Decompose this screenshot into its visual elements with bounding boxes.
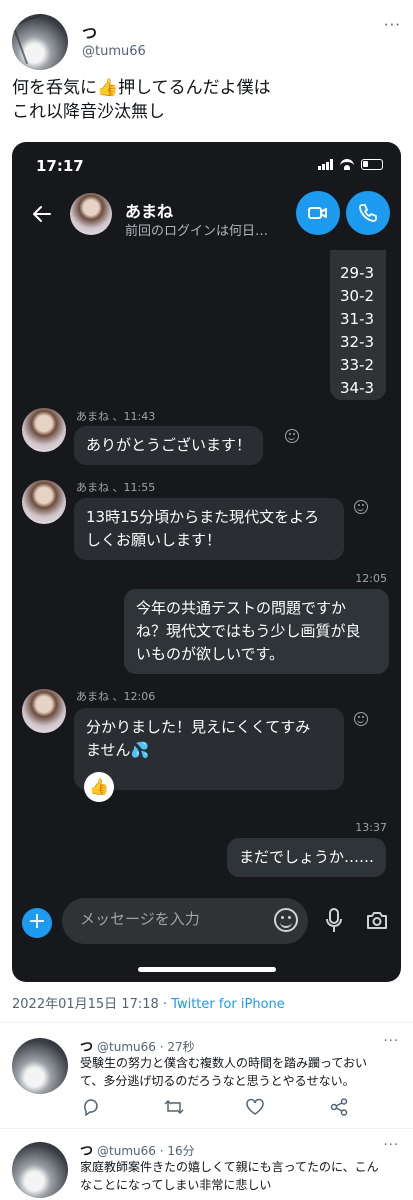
list-item: 32-3 <box>340 333 375 351</box>
retweet-icon[interactable] <box>164 1098 184 1116</box>
message-bubble[interactable]: 今年の共通テストの問題ですか ね？現代文ではもう少し画質が良 いものが欲しいです… <box>124 589 389 674</box>
message-text: ね？現代文ではもう少し画質が良 <box>136 622 361 640</box>
thumbs-up-reaction[interactable]: 👍 <box>84 772 114 802</box>
message-meta: あまね 、11:55 <box>76 481 156 494</box>
reply-icon[interactable] <box>82 1098 100 1116</box>
message-text: ありがとうございます！ <box>86 436 252 454</box>
author-handle[interactable]: @tumu66 <box>82 44 146 59</box>
reply-actions <box>80 1098 360 1118</box>
list-item: 29-3 <box>340 264 375 282</box>
message-bubble[interactable]: 13時15分頃からまた現代文をよろ しくお願いします！ <box>74 498 344 560</box>
reply-text-line: 家庭教師案件きたの嬉しくて親にも言ってたのに、こん <box>80 1160 379 1174</box>
tweet-metadata: 2022年01月15日 17:18 · Twitter for iPhone <box>12 993 285 1012</box>
message-text: しくお願いします！ <box>86 531 222 549</box>
more-options-icon[interactable]: ··· <box>384 1034 399 1049</box>
like-icon[interactable] <box>246 1098 264 1116</box>
more-options-icon[interactable]: ··· <box>384 16 401 34</box>
reply-header: つ @tumu66 · 27秒 <box>80 1036 195 1055</box>
chat-header: あまね 前回のログインは何日… <box>12 188 401 256</box>
phone-status-bar: 17:17 <box>12 142 401 188</box>
author-name[interactable]: つ <box>82 22 97 43</box>
message-bubble[interactable]: まだでしょうか…… <box>227 838 387 877</box>
message-input[interactable] <box>80 910 260 928</box>
reply-text-line: て、多分逃げ切るのだろうなと思うとやるせない。 <box>80 1074 355 1088</box>
peer-name: あまね <box>125 202 174 221</box>
author-avatar[interactable] <box>12 14 68 70</box>
signal-icon <box>318 159 333 170</box>
reply-text-line: なことになってしまい非常に悲しい <box>80 1178 272 1192</box>
message-bubble[interactable]: 分かりました！見えにくくてすみ ません💦 <box>74 708 344 790</box>
sender-avatar[interactable] <box>22 408 66 452</box>
wifi-icon <box>340 159 354 170</box>
tweet-text: 何を呑気に👍押してるんだよ僕は これ以降音沙汰無し <box>12 76 402 124</box>
reply-header: つ @tumu66 · 16分 <box>80 1140 195 1159</box>
add-reaction-icon[interactable] <box>354 712 368 726</box>
sender-avatar[interactable] <box>22 689 66 733</box>
message-time: 13:37 <box>355 821 387 834</box>
list-item: 34-3 <box>340 379 375 397</box>
reply-avatar[interactable] <box>12 1142 68 1198</box>
video-call-button[interactable] <box>296 191 340 235</box>
message-text: ません💦 <box>86 741 150 759</box>
status-time: 17:17 <box>36 157 84 175</box>
message-text: 分かりました！見えにくくてすみ <box>86 718 311 736</box>
phone-icon <box>359 204 377 222</box>
battery-icon <box>361 159 383 170</box>
tweet-header: つ @tumu66 ··· <box>12 14 401 70</box>
meta-separator: · <box>158 997 172 1012</box>
divider <box>0 1128 413 1129</box>
answer-list-bubble: 29-3 30-2 31-3 32-3 33-2 34-3 <box>330 250 386 400</box>
voice-call-button[interactable] <box>346 191 390 235</box>
message-list[interactable]: 29-3 30-2 31-3 32-3 33-2 34-3 あまね 、11:43… <box>12 250 401 886</box>
reply-author-name[interactable]: つ <box>80 1040 93 1055</box>
peer-last-login: 前回のログインは何日… <box>125 224 269 239</box>
list-item: 30-2 <box>340 287 375 305</box>
peer-avatar[interactable] <box>70 193 112 235</box>
reply-tweet[interactable]: つ @tumu66 · 16分 ··· 家庭教師案件きたの嬉しくて親にも言ってたの… <box>0 1134 413 1200</box>
share-icon[interactable] <box>330 1098 348 1116</box>
message-input-wrapper[interactable] <box>62 898 308 944</box>
message-text: まだでしょうか…… <box>239 848 375 866</box>
add-attachment-button[interactable]: + <box>22 908 52 938</box>
message-bubble[interactable]: ありがとうございます！ <box>74 426 264 465</box>
microphone-icon[interactable] <box>326 908 342 934</box>
reply-handle[interactable]: @tumu66 <box>97 1040 156 1054</box>
reply-author-name[interactable]: つ <box>80 1144 93 1159</box>
status-icons <box>318 159 383 170</box>
reply-age[interactable]: 27秒 <box>167 1040 194 1054</box>
tweet-date[interactable]: 2022年01月15日 17:18 <box>12 997 159 1012</box>
reply-text: 受験生の努力と僕含む複数人の時間を踏み躙っておい て、多分逃げ切るのだろうなと思… <box>80 1054 402 1090</box>
meta-separator: · <box>155 1040 168 1054</box>
message-time: 12:05 <box>355 572 387 585</box>
add-reaction-icon[interactable] <box>354 500 368 514</box>
tweet-source-link[interactable]: Twitter for iPhone <box>171 997 285 1012</box>
reply-text: 家庭教師案件きたの嬉しくて親にも言ってたのに、こん なことになってしまい非常に悲… <box>80 1158 402 1194</box>
reply-age[interactable]: 16分 <box>167 1144 194 1158</box>
sender-avatar[interactable] <box>22 480 66 524</box>
add-reaction-icon[interactable] <box>285 429 299 443</box>
video-camera-icon <box>308 207 327 219</box>
message-text: いものが欲しいです。 <box>136 645 285 663</box>
more-options-icon[interactable]: ··· <box>384 1138 399 1153</box>
back-arrow-icon[interactable] <box>30 202 54 226</box>
reply-tweet[interactable]: つ @tumu66 · 27秒 ··· 受験生の努力と僕含む複数人の時間を踏み躙っ… <box>0 1030 413 1126</box>
reply-avatar[interactable] <box>12 1038 68 1094</box>
divider <box>0 1022 413 1023</box>
attached-screenshot[interactable]: 17:17 あまね 前回のログインは何日… 29-3 30-2 31-3 32-… <box>12 142 401 982</box>
tweet-text-line: これ以降音沙汰無し <box>12 102 165 122</box>
reply-handle[interactable]: @tumu66 <box>97 1144 156 1158</box>
tweet-text-line: 何を呑気に👍押してるんだよ僕は <box>12 78 271 98</box>
message-composer: + <box>12 890 401 950</box>
message-meta: あまね 、11:43 <box>76 410 156 423</box>
list-item: 33-2 <box>340 356 375 374</box>
message-text: 13時15分頃からまた現代文をよろ <box>86 508 320 526</box>
camera-icon[interactable] <box>366 910 388 930</box>
reply-text-line: 受験生の努力と僕含む複数人の時間を踏み躙っておい <box>80 1056 368 1070</box>
emoji-icon[interactable] <box>274 908 298 932</box>
message-meta: あまね 、12:06 <box>76 690 156 703</box>
meta-separator: · <box>155 1144 168 1158</box>
message-text: 今年の共通テストの問題ですか <box>136 599 347 617</box>
list-item: 31-3 <box>340 310 375 328</box>
home-indicator <box>138 967 276 972</box>
